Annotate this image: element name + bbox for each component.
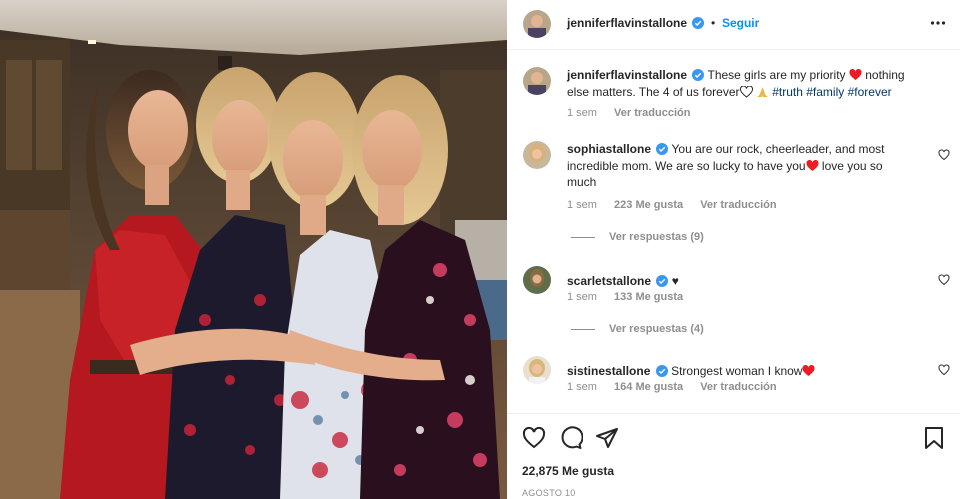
comments-list[interactable]: jenniferflavinstallone These girls are m… <box>507 51 960 413</box>
post-like-count[interactable]: 22,875 Me gusta <box>522 464 614 478</box>
author-avatar[interactable] <box>523 67 551 95</box>
author-username[interactable]: jenniferflavinstallone <box>567 16 687 30</box>
comment-text: sistinestallone Strongest woman I know <box>567 363 912 380</box>
comment-meta: 1 sem 223 Me gusta Ver traducción <box>567 199 791 211</box>
commenter-avatar[interactable] <box>523 266 551 294</box>
separator-dot: • <box>707 16 719 30</box>
heart-icon[interactable] <box>938 149 950 161</box>
view-replies-label[interactable]: Ver respuestas (4) <box>609 323 704 335</box>
comment-likes[interactable]: 164 Me gusta <box>614 381 683 393</box>
commenter-avatar[interactable] <box>523 356 551 384</box>
caption-text-part1: These girls are my priority <box>707 68 846 82</box>
comment-time[interactable]: 1 sem <box>567 381 597 393</box>
post-image <box>0 0 507 499</box>
post-actions: 22,875 Me gusta AGOSTO 10 <box>507 413 960 499</box>
comment-meta: 1 sem 164 Me gusta Ver traducción <box>567 381 791 393</box>
comment-text-part1: Strongest woman I know <box>671 364 803 378</box>
heart-icon[interactable] <box>938 274 950 286</box>
verified-badge-icon <box>656 143 669 155</box>
comment-icon[interactable] <box>559 426 583 450</box>
red-heart-emoji-icon <box>806 159 819 171</box>
verified-badge-icon <box>656 275 669 287</box>
comment-time[interactable]: 1 sem <box>567 199 597 211</box>
caption-meta: 1 sem Ver traducción <box>567 107 704 119</box>
praying-hands-emoji-icon <box>756 86 768 97</box>
caption-time[interactable]: 1 sem <box>567 107 597 119</box>
comment-likes[interactable]: 133 Me gusta <box>614 291 683 303</box>
verified-badge-icon <box>692 69 705 81</box>
replies-divider-line <box>571 236 595 238</box>
commenter-username[interactable]: sophiastallone <box>567 142 651 156</box>
author-avatar[interactable] <box>523 10 551 38</box>
post-side-panel: jenniferflavinstallone • Seguir jennifer… <box>507 0 960 499</box>
red-heart-emoji-icon <box>849 68 862 80</box>
post-date[interactable]: AGOSTO 10 <box>522 488 576 498</box>
verified-badge-icon <box>655 365 668 377</box>
comment-text-part1: ♥ <box>671 274 679 288</box>
hashtag-family[interactable]: #family <box>806 85 844 99</box>
commenter-avatar[interactable] <box>523 141 551 169</box>
hashtag-forever[interactable]: #forever <box>848 85 892 99</box>
verified-badge-icon <box>692 17 705 29</box>
caption-text: jenniferflavinstallone These girls are m… <box>567 67 912 100</box>
more-options-icon[interactable] <box>930 15 946 31</box>
view-replies-link[interactable]: Ver respuestas (4) <box>571 323 704 335</box>
comment-likes[interactable]: 223 Me gusta <box>614 199 683 211</box>
hashtag-truth[interactable]: #truth <box>772 85 803 99</box>
comment-meta: 1 sem 133 Me gusta <box>567 291 697 303</box>
heart-icon[interactable] <box>938 364 950 376</box>
commenter-username[interactable]: scarletstallone <box>567 274 651 288</box>
replies-divider-line <box>571 328 595 330</box>
share-icon[interactable] <box>595 426 619 450</box>
post-photo[interactable] <box>0 0 507 499</box>
author-line: jenniferflavinstallone • Seguir <box>567 16 759 30</box>
caption-translate-link[interactable]: Ver traducción <box>614 107 690 119</box>
comment-text: scarletstallone ♥ <box>567 273 912 290</box>
view-replies-label[interactable]: Ver respuestas (9) <box>609 231 704 243</box>
caption-username[interactable]: jenniferflavinstallone <box>567 68 687 82</box>
comment-time[interactable]: 1 sem <box>567 291 597 303</box>
red-heart-emoji-icon <box>802 364 816 376</box>
white-heart-emoji-icon <box>739 84 753 98</box>
view-replies-link[interactable]: Ver respuestas (9) <box>571 231 704 243</box>
comment-text: sophiastallone You are our rock, cheerle… <box>567 141 912 191</box>
bookmark-icon[interactable] <box>923 426 945 450</box>
commenter-username[interactable]: sistinestallone <box>567 364 650 378</box>
comment-translate-link[interactable]: Ver traducción <box>700 199 776 211</box>
comment-translate-link[interactable]: Ver traducción <box>700 381 776 393</box>
heart-icon[interactable] <box>522 426 546 450</box>
post-header: jenniferflavinstallone • Seguir <box>507 0 960 50</box>
follow-button[interactable]: Seguir <box>722 16 759 30</box>
